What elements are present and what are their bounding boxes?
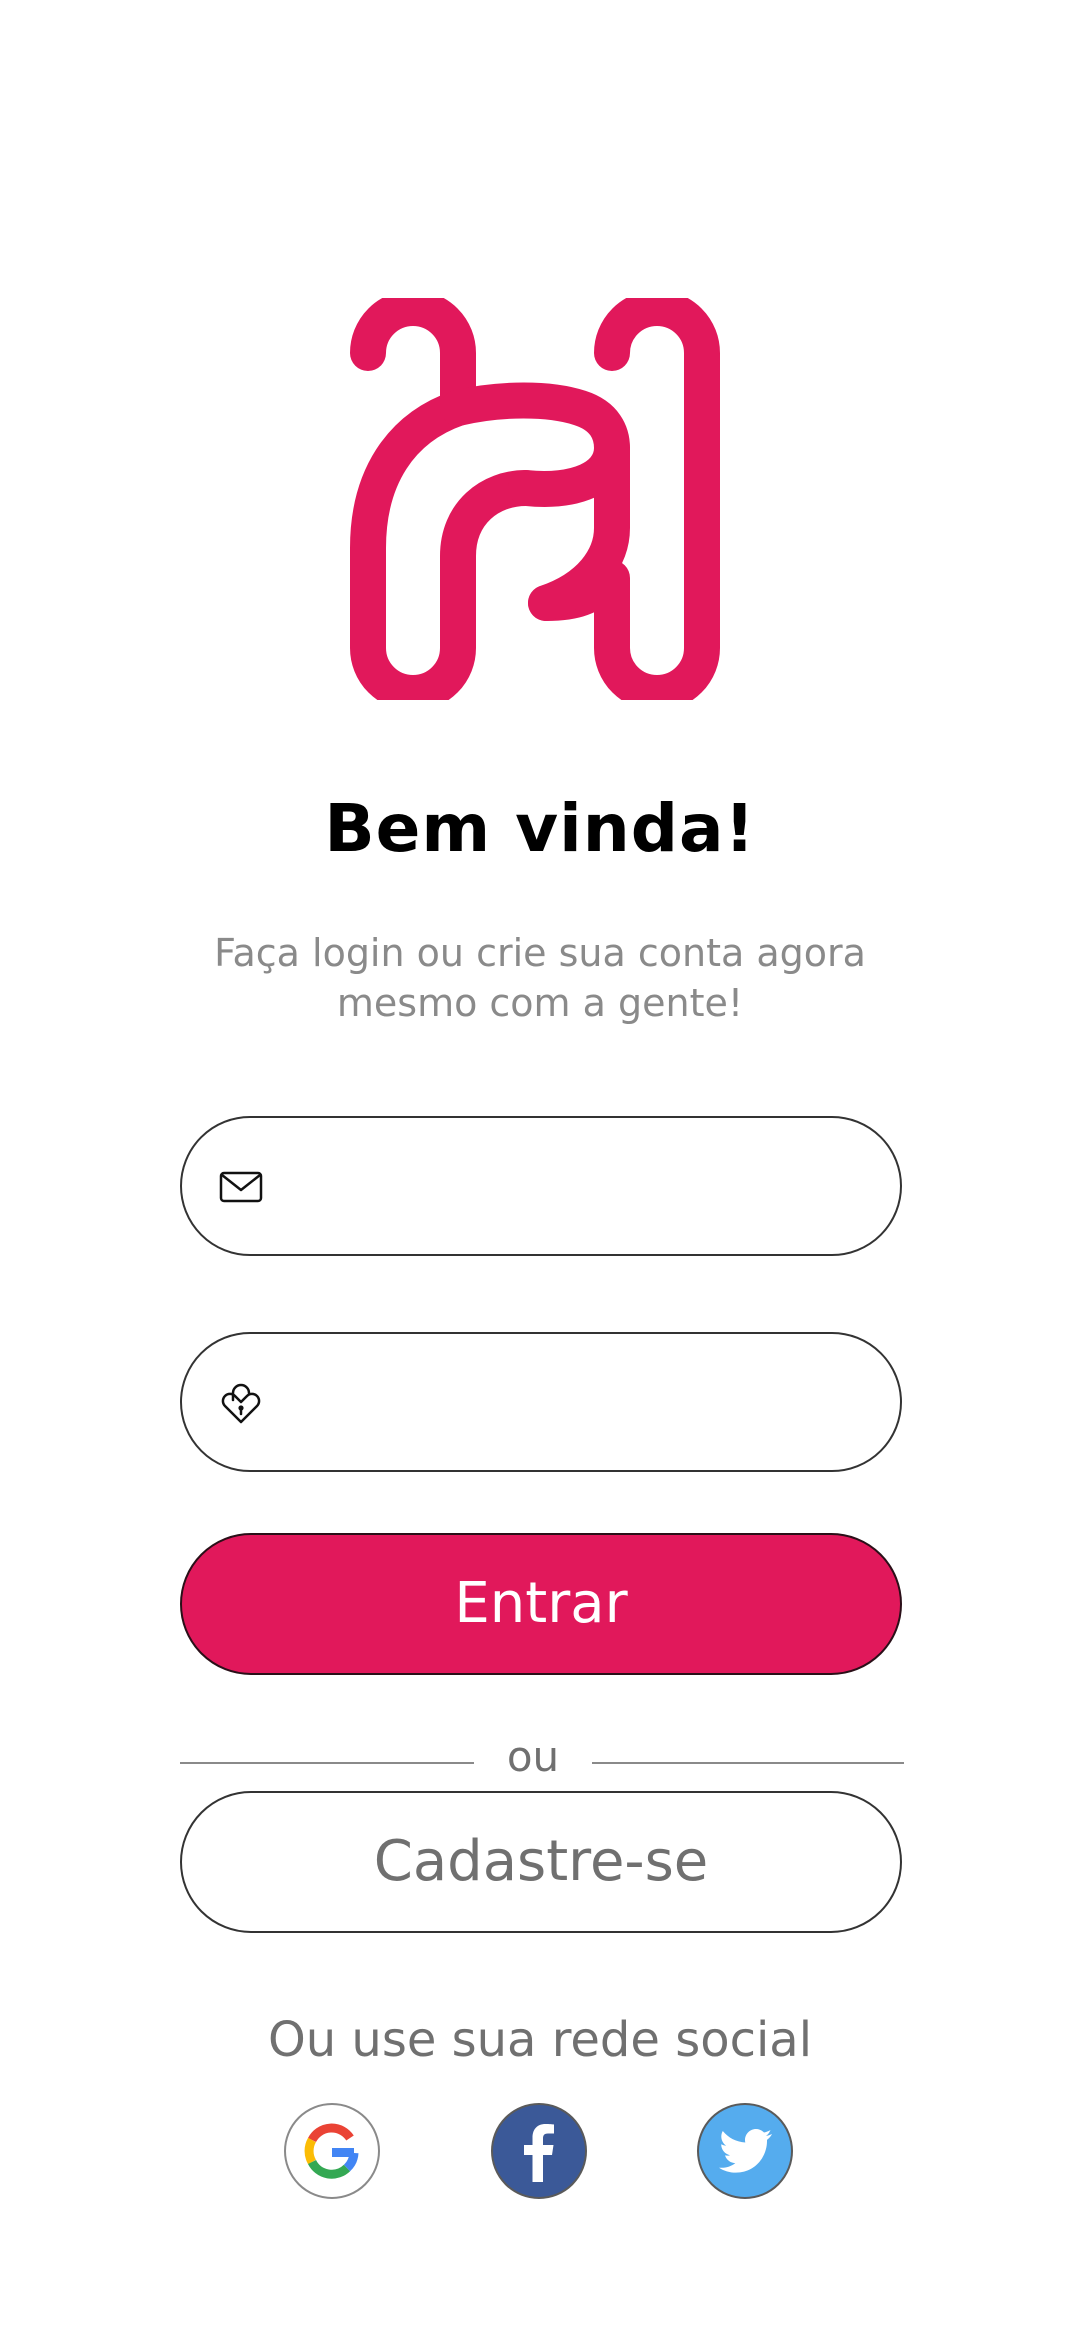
google-icon[interactable] (283, 2102, 381, 2200)
facebook-icon[interactable] (490, 2102, 588, 2200)
password-input[interactable] (282, 1354, 866, 1452)
divider-line-right (592, 1762, 904, 1764)
envelope-icon (219, 1171, 263, 1203)
password-field[interactable] (180, 1332, 902, 1472)
divider-text: ou (506, 1732, 560, 1781)
divider-line-left (180, 1762, 474, 1764)
email-field[interactable] (180, 1116, 902, 1256)
page-title: Bem vinda! (324, 790, 756, 867)
login-button[interactable]: Entrar (180, 1533, 902, 1675)
subtitle-line-2: mesmo com a gente! (336, 981, 744, 1025)
h-logo-icon (350, 298, 720, 700)
welcome-subtitle: Faça login ou crie sua conta agora mesmo… (160, 928, 920, 1028)
twitter-icon[interactable] (696, 2102, 794, 2200)
social-label: Ou use sua rede social (267, 2012, 813, 2068)
signup-button[interactable]: Cadastre-se (180, 1791, 902, 1933)
subtitle-line-1: Faça login ou crie sua conta agora (214, 931, 866, 975)
email-input[interactable] (282, 1138, 866, 1236)
heart-lock-icon (221, 1383, 261, 1424)
